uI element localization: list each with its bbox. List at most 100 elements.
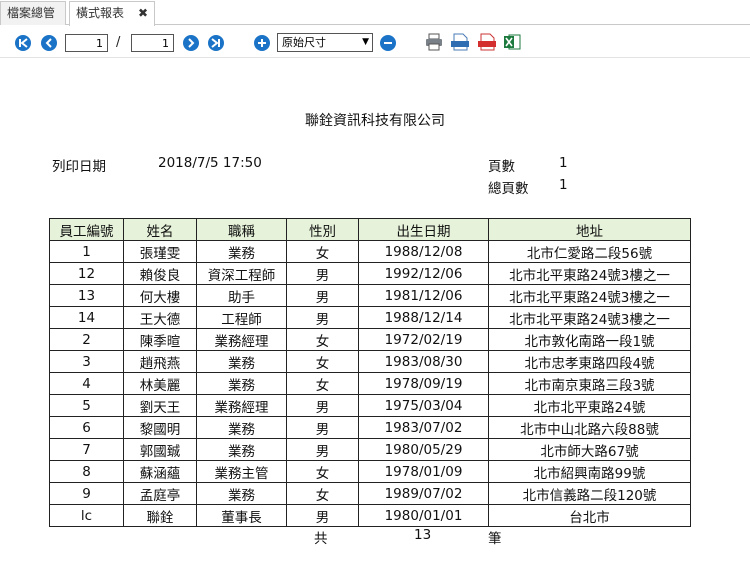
table-cell: 蘇涵蘊 xyxy=(123,460,197,483)
page-value: 1 xyxy=(559,155,568,171)
print-date-label: 列印日期 xyxy=(52,159,106,175)
table-cell: 1989/07/02 xyxy=(358,482,489,505)
total-pages-input[interactable] xyxy=(131,34,174,52)
table-cell: 北市敦化南路一段1號 xyxy=(488,328,691,351)
table-cell: 業務 xyxy=(196,350,287,373)
table-row: 7 郭國臹 業務男 1980/05/29 北市師大路67號 xyxy=(49,438,691,461)
tab-label: 橫式報表 xyxy=(76,6,125,20)
table-cell: 賴俊良 xyxy=(123,262,197,285)
table-cell: 1978/01/09 xyxy=(358,460,489,483)
tab-landscape-report[interactable]: 橫式報表 ✖ xyxy=(69,1,155,26)
table-cell: 男 xyxy=(286,306,359,329)
zoom-select[interactable]: 原始尺寸 ▼ xyxy=(277,33,373,52)
table-cell: 1980/01/01 xyxy=(358,504,489,527)
page-label: 頁數 xyxy=(488,159,515,175)
table-cell: 張瑾雯 xyxy=(123,240,197,263)
table-cell: 聯銓 xyxy=(123,504,197,527)
pdf-export-icon[interactable] xyxy=(478,33,496,51)
tab-label: 檔案總管 xyxy=(7,6,56,20)
print-icon[interactable] xyxy=(425,33,443,51)
table-cell: 陳季暄 xyxy=(123,328,197,351)
column-header: 出生日期 xyxy=(358,218,489,241)
footer-prefix: 共 xyxy=(314,531,328,547)
total-pages-label: 總頁數 xyxy=(488,181,529,197)
table-row: 13 何大樓 助手男 1981/12/06 北市北平東路24號3樓之一 xyxy=(49,284,691,307)
table-row: 9 孟庭亭 業務女 1989/07/02 北市信義路二段120號 xyxy=(49,482,691,505)
xml-export-icon[interactable] xyxy=(451,33,469,51)
table-cell: 北市南京東路三段3號 xyxy=(488,372,691,395)
next-page-icon[interactable] xyxy=(183,35,199,51)
table-cell: 林美麗 xyxy=(123,372,197,395)
table-header-row: 員工編號 姓名 職稱 性別 出生日期 地址 xyxy=(49,218,691,241)
table-cell: 1983/07/02 xyxy=(358,416,489,439)
table-row: 1 張瑾雯 業務女 1988/12/08 北市仁愛路二段56號 xyxy=(49,240,691,263)
table-cell: 董事長 xyxy=(196,504,287,527)
table-cell: 1988/12/08 xyxy=(358,240,489,263)
table-cell: 北市北平東路24號3樓之一 xyxy=(488,262,691,285)
zoom-in-icon[interactable] xyxy=(254,35,270,51)
table-cell: 男 xyxy=(286,284,359,307)
table-row: 2 陳季暄 業務經理女 1972/02/19 北市敦化南路一段1號 xyxy=(49,328,691,351)
table-cell: 女 xyxy=(286,460,359,483)
excel-export-icon[interactable] xyxy=(503,33,521,51)
table-row: 5 劉天王 業務經理男 1975/03/04 北市北平東路24號 xyxy=(49,394,691,417)
company-title: 聯銓資訊科技有限公司 xyxy=(305,113,445,129)
prev-page-icon[interactable] xyxy=(41,35,57,51)
table-cell: 北市信義路二段120號 xyxy=(488,482,691,505)
column-header: 地址 xyxy=(488,218,691,241)
table-cell: 北市忠孝東路四段4號 xyxy=(488,350,691,373)
table-cell: 北市北平東路24號3樓之一 xyxy=(488,306,691,329)
table-cell: 郭國臹 xyxy=(123,438,197,461)
current-page-input[interactable] xyxy=(65,34,108,52)
table-cell: 男 xyxy=(286,438,359,461)
footer-suffix: 筆 xyxy=(488,531,502,547)
footer-count: 13 xyxy=(414,527,432,543)
table-row: 14 王大德 工程師男 1988/12/14 北市北平東路24號3樓之一 xyxy=(49,306,691,329)
chevron-down-icon: ▼ xyxy=(362,37,369,47)
table-cell: 1980/05/29 xyxy=(358,438,489,461)
table-row: lc 聯銓 董事長男 1980/01/01 台北市 xyxy=(49,504,691,527)
table-cell: 業務 xyxy=(196,372,287,395)
table-cell: 5 xyxy=(49,394,124,417)
table-row: 8 蘇涵蘊 業務主管女 1978/01/09 北市紹興南路99號 xyxy=(49,460,691,483)
table-cell: 男 xyxy=(286,416,359,439)
table-cell: 趙飛燕 xyxy=(123,350,197,373)
table-cell: 7 xyxy=(49,438,124,461)
table-cell: 女 xyxy=(286,482,359,505)
column-header: 姓名 xyxy=(123,218,197,241)
tab-file-manager[interactable]: 檔案總管 xyxy=(0,1,66,25)
table-cell: 1972/02/19 xyxy=(358,328,489,351)
table-cell: 業務 xyxy=(196,438,287,461)
column-header: 員工編號 xyxy=(49,218,124,241)
table-cell: 北市中山北路六段88號 xyxy=(488,416,691,439)
table-cell: 資深工程師 xyxy=(196,262,287,285)
table-cell: 業務經理 xyxy=(196,328,287,351)
table-row: 4 林美麗 業務女 1978/09/19 北市南京東路三段3號 xyxy=(49,372,691,395)
table-cell: 業務主管 xyxy=(196,460,287,483)
table-cell: 2 xyxy=(49,328,124,351)
close-icon[interactable]: ✖ xyxy=(138,2,148,24)
table-cell: 6 xyxy=(49,416,124,439)
table-cell: 黎國明 xyxy=(123,416,197,439)
table-cell: 業務 xyxy=(196,482,287,505)
zoom-out-icon[interactable] xyxy=(380,35,396,51)
column-header: 性別 xyxy=(286,218,359,241)
table-cell: 14 xyxy=(49,306,124,329)
table-cell: 劉天王 xyxy=(123,394,197,417)
table-cell: 北市仁愛路二段56號 xyxy=(488,240,691,263)
employee-table: 員工編號 姓名 職稱 性別 出生日期 地址 1 張瑾雯 業務女 1988/12/08 北… xyxy=(49,218,691,527)
table-cell: 12 xyxy=(49,262,124,285)
table-cell: 1981/12/06 xyxy=(358,284,489,307)
table-cell: 業務經理 xyxy=(196,394,287,417)
table-row: 6 黎國明 業務男 1983/07/02 北市中山北路六段88號 xyxy=(49,416,691,439)
table-cell: 業務 xyxy=(196,416,287,439)
table-cell: 1978/09/19 xyxy=(358,372,489,395)
total-pages-value: 1 xyxy=(559,177,568,193)
table-cell: 男 xyxy=(286,504,359,527)
table-cell: 3 xyxy=(49,350,124,373)
last-page-icon[interactable] xyxy=(208,35,224,51)
table-cell: 女 xyxy=(286,328,359,351)
table-cell: 男 xyxy=(286,394,359,417)
first-page-icon[interactable] xyxy=(15,35,31,51)
zoom-value: 原始尺寸 xyxy=(282,36,326,49)
